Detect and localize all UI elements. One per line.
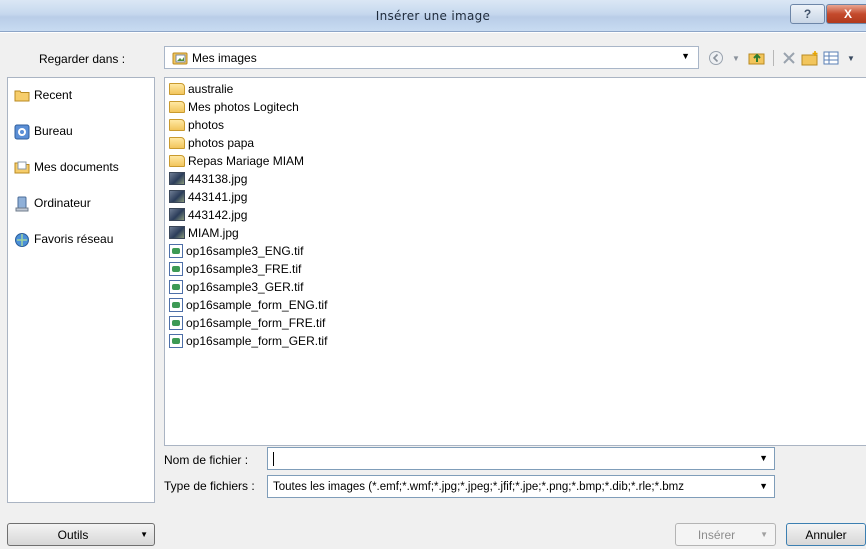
network-icon (14, 232, 30, 247)
desktop-icon (14, 124, 30, 140)
image-file-icon (169, 208, 185, 221)
close-button[interactable]: X (826, 4, 866, 24)
tif-file-icon (169, 315, 183, 330)
views-icon[interactable] (823, 48, 839, 68)
list-item[interactable]: op16sample_form_GER.tif (169, 332, 327, 349)
file-name: australie (188, 81, 234, 96)
place-desktop[interactable]: Bureau (14, 121, 73, 141)
folder-icon (169, 154, 185, 167)
tif-file-icon (169, 297, 183, 312)
list-item[interactable]: photos (169, 116, 224, 133)
place-documents[interactable]: Mes documents (14, 157, 119, 177)
insert-button-label: Insérer (697, 528, 736, 542)
place-label: Bureau (34, 124, 73, 138)
file-name: op16sample3_FRE.tif (186, 261, 302, 276)
delete-icon[interactable] (781, 48, 797, 68)
file-name: 443138.jpg (188, 171, 248, 186)
list-item[interactable]: australie (169, 80, 233, 97)
cancel-button[interactable]: Annuler (786, 523, 866, 546)
file-name: Repas Mariage MIAM (188, 153, 305, 168)
close-icon: X (843, 7, 852, 21)
list-item[interactable]: op16sample_form_ENG.tif (169, 296, 327, 313)
folder-icon (169, 82, 185, 95)
list-item[interactable]: op16sample3_GER.tif (169, 278, 303, 295)
views-dropdown-icon[interactable]: ▼ (843, 48, 859, 68)
list-item[interactable]: op16sample_form_FRE.tif (169, 314, 325, 331)
chevron-down-icon: ▼ (681, 51, 690, 61)
chevron-down-icon[interactable]: ▼ (759, 453, 768, 463)
computer-icon (14, 196, 30, 212)
place-label: Mes documents (34, 160, 119, 174)
tools-button-label: Outils (57, 528, 89, 542)
places-bar: Recent Bureau Mes documents Ordinateur F… (7, 77, 155, 503)
documents-folder-icon (14, 160, 30, 174)
chevron-down-icon: ▼ (759, 481, 768, 491)
lookin-dropdown[interactable]: Mes images ▼ (164, 46, 699, 69)
place-computer[interactable]: Ordinateur (14, 193, 91, 213)
dialog-body: Regarder dans : Mes images ▼ ▼ ▼ Recent … (0, 33, 866, 549)
file-name: op16sample3_GER.tif (186, 279, 304, 294)
text-caret (273, 452, 274, 466)
tif-file-icon (169, 279, 183, 294)
insert-button[interactable]: Insérer ▼ (675, 523, 776, 546)
filetype-value: Toutes les images (*.emf;*.wmf;*.jpg;*.j… (273, 481, 684, 493)
place-label: Ordinateur (34, 196, 91, 210)
list-item[interactable]: 443141.jpg (169, 188, 247, 205)
back-icon[interactable] (708, 48, 724, 68)
new-folder-icon[interactable] (801, 48, 819, 68)
cancel-button-label: Annuler (805, 528, 847, 542)
list-item[interactable]: Mes photos Logitech (169, 98, 299, 115)
lookin-value: Mes images (192, 51, 257, 65)
place-recent[interactable]: Recent (14, 85, 72, 105)
file-name: Mes photos Logitech (188, 99, 299, 114)
file-name: photos (188, 117, 225, 132)
recent-folder-icon (14, 88, 30, 102)
pictures-folder-icon (172, 50, 188, 68)
place-label: Recent (34, 88, 73, 102)
filetype-label: Type de fichiers : (164, 479, 255, 493)
image-file-icon (169, 172, 185, 185)
list-item[interactable]: 443138.jpg (169, 170, 247, 187)
file-name: 443142.jpg (188, 207, 248, 222)
back-dropdown-icon[interactable]: ▼ (728, 48, 744, 68)
folder-icon (169, 100, 185, 113)
tif-file-icon (169, 333, 183, 348)
up-folder-icon[interactable] (748, 48, 766, 68)
folder-icon (169, 118, 185, 131)
help-icon: ? (803, 7, 812, 21)
help-button[interactable]: ? (790, 4, 825, 24)
filename-label: Nom de fichier : (164, 453, 249, 467)
file-list[interactable]: australie Mes photos Logitech photos pho… (164, 77, 866, 446)
file-name: op16sample_form_ENG.tif (186, 297, 328, 312)
image-file-icon (169, 226, 185, 239)
tif-file-icon (169, 243, 183, 258)
chevron-down-icon: ▼ (140, 530, 148, 539)
list-item[interactable]: photos papa (169, 134, 254, 151)
lookin-label: Regarder dans : (39, 52, 126, 66)
tif-file-icon (169, 261, 183, 276)
place-network[interactable]: Favoris réseau (14, 229, 113, 249)
filetype-dropdown[interactable]: Toutes les images (*.emf;*.wmf;*.jpg;*.j… (267, 475, 775, 498)
list-item[interactable]: Repas Mariage MIAM (169, 152, 304, 169)
folder-icon (169, 136, 185, 149)
tools-button[interactable]: Outils ▼ (7, 523, 155, 546)
list-item[interactable]: 443142.jpg (169, 206, 247, 223)
place-label: Favoris réseau (34, 232, 114, 246)
list-item[interactable]: op16sample3_FRE.tif (169, 260, 301, 277)
list-item[interactable]: MIAM.jpg (169, 224, 239, 241)
list-item[interactable]: op16sample3_ENG.tif (169, 242, 303, 259)
file-name: op16sample_form_GER.tif (186, 333, 328, 348)
filename-input[interactable]: ▼ (267, 447, 775, 470)
file-name: op16sample3_ENG.tif (186, 243, 304, 258)
window-title: Insérer une image (375, 9, 491, 23)
chevron-down-icon: ▼ (760, 530, 768, 539)
image-file-icon (169, 190, 185, 203)
title-bar: Insérer une image ? X (0, 0, 866, 32)
toolbar-separator (773, 50, 774, 66)
file-name: MIAM.jpg (188, 225, 239, 240)
toolbar: ▼ ▼ (708, 48, 859, 68)
file-name: op16sample_form_FRE.tif (186, 315, 326, 330)
file-name: 443141.jpg (188, 189, 248, 204)
file-name: photos papa (188, 135, 255, 150)
